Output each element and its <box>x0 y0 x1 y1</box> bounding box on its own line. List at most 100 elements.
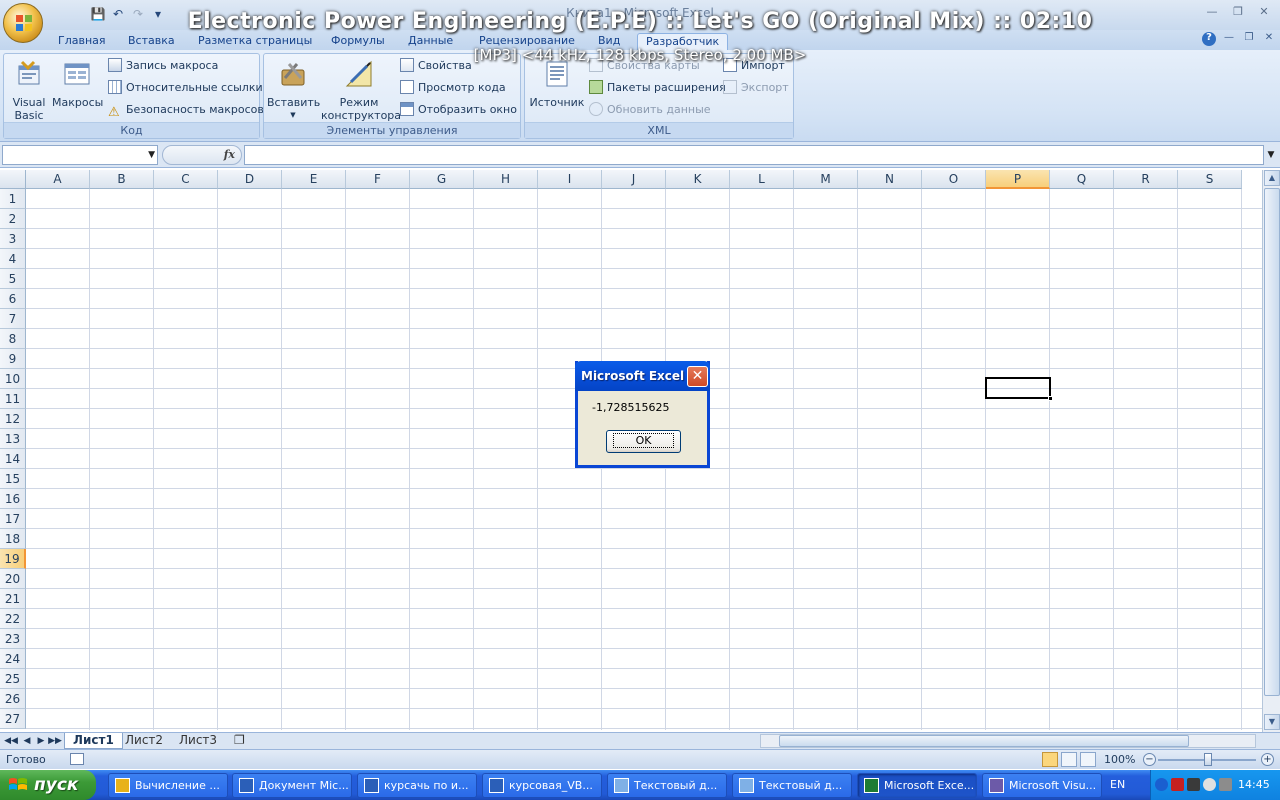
doc-minimize-icon[interactable]: — <box>1222 32 1236 46</box>
column-header-a[interactable]: A <box>26 170 90 189</box>
row-header-2[interactable]: 2 <box>0 209 26 229</box>
macro-record-status-icon[interactable] <box>70 753 84 765</box>
row-header-25[interactable]: 25 <box>0 669 26 689</box>
export-button[interactable]: Экспорт <box>723 79 789 97</box>
taskbar-item[interactable]: Документ Mic... <box>232 773 352 798</box>
column-header-h[interactable]: H <box>474 170 538 189</box>
zoom-slider-thumb[interactable] <box>1204 753 1212 766</box>
column-header-b[interactable]: B <box>90 170 154 189</box>
expansion-packs-button[interactable]: Пакеты расширения <box>589 79 726 97</box>
row-header-27[interactable]: 27 <box>0 709 26 729</box>
row-header-5[interactable]: 5 <box>0 269 26 289</box>
row-header-26[interactable]: 26 <box>0 689 26 709</box>
column-header-i[interactable]: I <box>538 170 602 189</box>
row-header-11[interactable]: 11 <box>0 389 26 409</box>
first-sheet-icon[interactable]: ◀◀ <box>4 734 18 748</box>
taskbar-item[interactable]: Microsoft Visu... <box>982 773 1102 798</box>
design-mode-button[interactable]: Режим конструктора <box>320 58 401 122</box>
taskbar-item[interactable]: курсовая_VB... <box>482 773 602 798</box>
column-header-c[interactable]: C <box>154 170 218 189</box>
row-header-23[interactable]: 23 <box>0 629 26 649</box>
row-header-6[interactable]: 6 <box>0 289 26 309</box>
row-header-1[interactable]: 1 <box>0 189 26 209</box>
ok-button[interactable]: OK <box>606 430 681 453</box>
horizontal-scrollbar[interactable] <box>760 734 1256 748</box>
view-code-button[interactable]: Просмотр кода <box>400 79 506 97</box>
refresh-data-button[interactable]: Обновить данные <box>589 101 711 119</box>
normal-view-icon[interactable] <box>1042 752 1058 767</box>
help-icon[interactable]: ? <box>1202 32 1216 46</box>
row-header-9[interactable]: 9 <box>0 349 26 369</box>
taskbar-item[interactable]: Microsoft Exce... <box>857 773 977 798</box>
xml-source-button[interactable]: Источник <box>529 58 585 109</box>
fill-handle[interactable] <box>1048 396 1053 401</box>
macros-button[interactable]: Макросы <box>52 58 103 109</box>
zoom-level[interactable]: 100% <box>1104 753 1135 766</box>
column-header-r[interactable]: R <box>1114 170 1178 189</box>
row-header-14[interactable]: 14 <box>0 449 26 469</box>
doc-restore-icon[interactable]: ❐ <box>1242 32 1256 46</box>
row-header-24[interactable]: 24 <box>0 649 26 669</box>
row-header-16[interactable]: 16 <box>0 489 26 509</box>
insert-function-button[interactable]: fx <box>162 145 242 165</box>
row-header-18[interactable]: 18 <box>0 529 26 549</box>
page-break-view-icon[interactable] <box>1080 752 1096 767</box>
taskbar-item[interactable]: Текстовый д... <box>732 773 852 798</box>
horizontal-scroll-thumb[interactable] <box>779 735 1189 747</box>
page-layout-view-icon[interactable] <box>1061 752 1077 767</box>
insert-control-button[interactable]: Вставить ▼ <box>267 58 320 122</box>
column-header-p[interactable]: P <box>986 170 1050 189</box>
scroll-down-icon[interactable]: ▼ <box>1264 714 1280 730</box>
row-header-22[interactable]: 22 <box>0 609 26 629</box>
zoom-out-icon[interactable]: − <box>1143 753 1156 766</box>
row-header-8[interactable]: 8 <box>0 329 26 349</box>
prev-sheet-icon[interactable]: ◀ <box>20 734 34 748</box>
column-header-e[interactable]: E <box>282 170 346 189</box>
sheet-tab-3[interactable]: Лист3 <box>171 733 225 749</box>
tray-misc-icon[interactable] <box>1219 778 1232 791</box>
chevron-down-icon[interactable]: ▼ <box>148 150 155 160</box>
zoom-in-icon[interactable]: + <box>1261 753 1274 766</box>
tray-app-icon[interactable] <box>1171 778 1184 791</box>
row-header-7[interactable]: 7 <box>0 309 26 329</box>
tray-speaker-icon[interactable] <box>1203 778 1216 791</box>
row-header-10[interactable]: 10 <box>0 369 26 389</box>
column-header-q[interactable]: Q <box>1050 170 1114 189</box>
insert-sheet-icon[interactable]: ❐ <box>226 733 253 749</box>
column-header-j[interactable]: J <box>602 170 666 189</box>
taskbar-item[interactable]: курсачь по и... <box>357 773 477 798</box>
row-header-4[interactable]: 4 <box>0 249 26 269</box>
taskbar-item[interactable]: Текстовый д... <box>607 773 727 798</box>
relative-references-button[interactable]: Относительные ссылки <box>108 79 263 97</box>
column-header-m[interactable]: M <box>794 170 858 189</box>
vertical-scrollbar[interactable]: ▲ ▼ <box>1262 170 1280 732</box>
column-header-k[interactable]: K <box>666 170 730 189</box>
column-header-f[interactable]: F <box>346 170 410 189</box>
next-sheet-icon[interactable]: ▶ <box>34 734 48 748</box>
formula-input[interactable] <box>244 145 1264 165</box>
tray-network-icon[interactable] <box>1187 778 1200 791</box>
column-header-o[interactable]: O <box>922 170 986 189</box>
row-header-3[interactable]: 3 <box>0 229 26 249</box>
start-button[interactable]: пуск <box>0 770 96 800</box>
last-sheet-icon[interactable]: ▶▶ <box>48 734 62 748</box>
column-header-n[interactable]: N <box>858 170 922 189</box>
close-icon[interactable]: ✕ <box>687 366 708 387</box>
column-header-s[interactable]: S <box>1178 170 1242 189</box>
row-header-13[interactable]: 13 <box>0 429 26 449</box>
taskbar-item[interactable]: Вычисление ... <box>108 773 228 798</box>
vertical-scroll-thumb[interactable] <box>1264 188 1280 696</box>
row-header-15[interactable]: 15 <box>0 469 26 489</box>
row-header-17[interactable]: 17 <box>0 509 26 529</box>
name-box[interactable]: ▼ <box>2 145 158 165</box>
expand-formula-bar-icon[interactable]: ▼ <box>1264 145 1278 165</box>
sheet-tab-1[interactable]: Лист1 <box>64 733 123 749</box>
row-header-21[interactable]: 21 <box>0 589 26 609</box>
scroll-up-icon[interactable]: ▲ <box>1264 170 1280 186</box>
column-header-l[interactable]: L <box>730 170 794 189</box>
select-all-button[interactable] <box>0 170 26 189</box>
sheet-tab-2[interactable]: Лист2 <box>117 733 171 749</box>
active-cell[interactable] <box>985 377 1053 401</box>
visual-basic-button[interactable]: Visual Basic <box>8 58 50 122</box>
column-header-d[interactable]: D <box>218 170 282 189</box>
